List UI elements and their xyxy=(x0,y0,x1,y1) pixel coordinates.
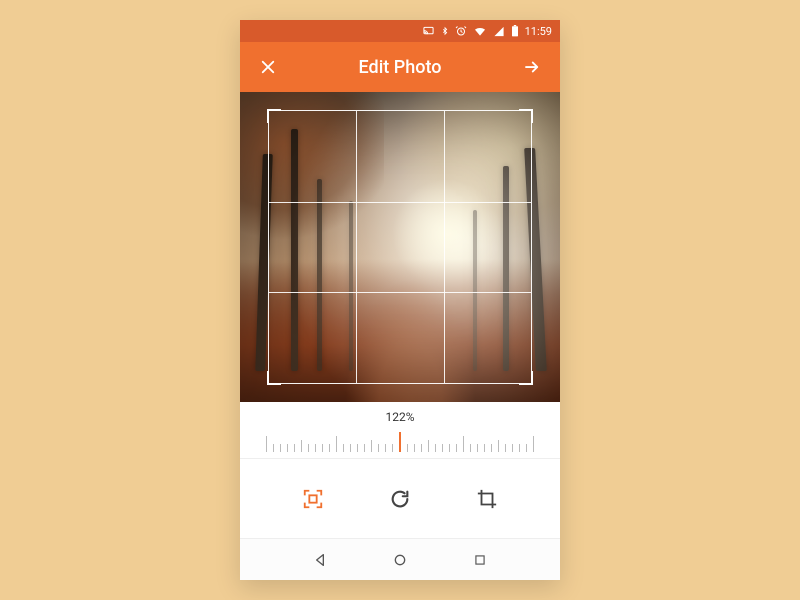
arrow-right-icon xyxy=(521,58,543,76)
crop-handle-bl[interactable] xyxy=(267,371,281,385)
frame-tool-button[interactable] xyxy=(289,475,337,523)
grid-line xyxy=(269,202,531,203)
cell-signal-icon xyxy=(493,26,505,37)
rotate-icon xyxy=(389,488,411,510)
nav-recent-button[interactable] xyxy=(464,544,496,576)
grid-line xyxy=(269,292,531,293)
photo-canvas[interactable] xyxy=(240,92,560,402)
grid-line xyxy=(444,111,445,383)
crop-tool-button[interactable] xyxy=(463,475,511,523)
bluetooth-icon xyxy=(441,25,449,37)
rotate-tool-button[interactable] xyxy=(376,475,424,523)
nav-back-button[interactable] xyxy=(304,544,336,576)
app-bar: Edit Photo xyxy=(240,42,560,92)
status-time: 11:59 xyxy=(525,25,552,38)
android-nav-bar xyxy=(240,538,560,580)
crop-handle-br[interactable] xyxy=(519,371,533,385)
zoom-control: 122% xyxy=(240,402,560,459)
circle-home-icon xyxy=(392,552,408,568)
next-button[interactable] xyxy=(520,55,544,79)
phone-frame: 11:59 Edit Photo xyxy=(240,20,560,580)
close-button[interactable] xyxy=(256,55,280,79)
cast-icon xyxy=(422,26,435,37)
alarm-icon xyxy=(455,25,467,37)
battery-icon xyxy=(511,25,519,37)
triangle-back-icon xyxy=(312,552,328,568)
crop-frame[interactable] xyxy=(268,110,532,384)
close-icon xyxy=(259,58,277,76)
crop-icon xyxy=(476,488,498,510)
status-bar: 11:59 xyxy=(240,20,560,42)
tool-row xyxy=(240,459,560,538)
controls-panel: 122% xyxy=(240,402,560,580)
grid-line xyxy=(356,111,357,383)
crop-handle-tr[interactable] xyxy=(519,109,533,123)
zoom-ruler[interactable] xyxy=(240,428,560,452)
zoom-percent: 122% xyxy=(240,410,560,424)
square-recent-icon xyxy=(473,553,487,567)
wifi-icon xyxy=(473,26,487,37)
zoom-indicator xyxy=(399,432,401,452)
page-title: Edit Photo xyxy=(359,57,442,78)
crop-handle-tl[interactable] xyxy=(267,109,281,123)
nav-home-button[interactable] xyxy=(384,544,416,576)
frame-icon xyxy=(302,488,324,510)
